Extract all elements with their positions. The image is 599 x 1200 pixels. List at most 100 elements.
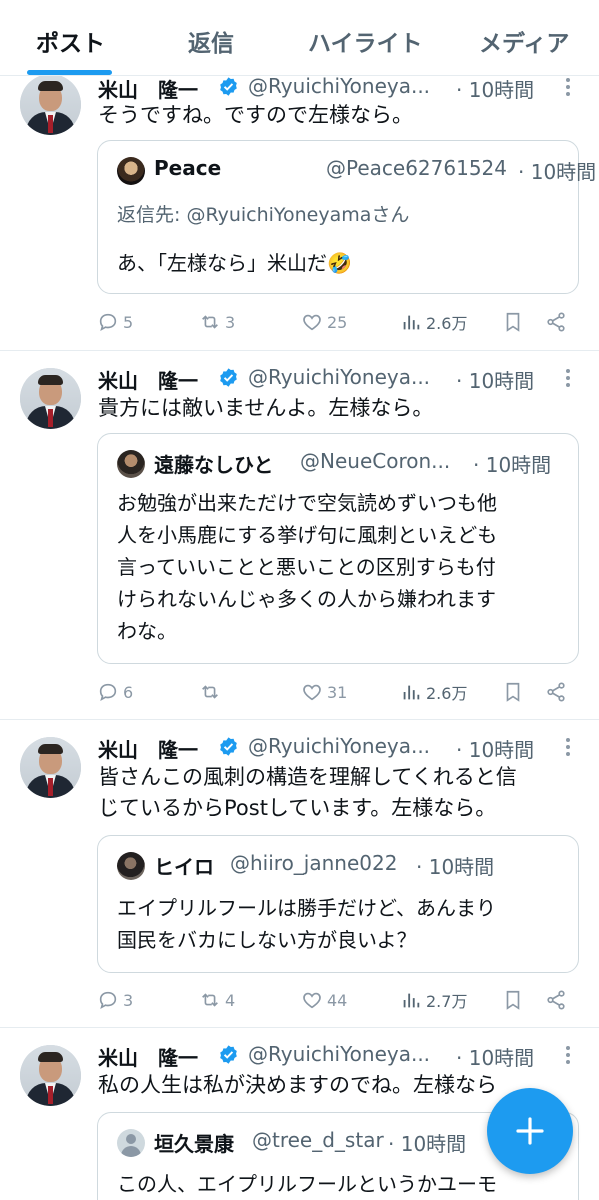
author-handle[interactable]: @RyuichiYoneya... [248, 734, 430, 758]
quote-reply-to: 返信先: @RyuichiYoneyamaさん [117, 204, 410, 226]
quote-author-handle: @tree_d_star [252, 1128, 384, 1152]
author-name[interactable]: 米山 隆一 [98, 734, 198, 763]
more-icon[interactable] [558, 1044, 578, 1066]
more-icon[interactable] [558, 76, 578, 98]
bookmark-button[interactable] [502, 307, 524, 337]
author-name[interactable]: 米山 隆一 [98, 1042, 198, 1071]
quoted-post[interactable]: ヒイロ @hiiro_janne022 · 10時間 エイプリルフールは勝手だけ… [97, 835, 579, 973]
quote-text-line: 言っていいことと悪いことの区別すらも付 [117, 555, 496, 579]
like-button[interactable]: 31 [301, 677, 347, 707]
profile-tabs: ポスト 返信 ハイライト メディア [0, 0, 599, 76]
reply-button[interactable]: 6 [97, 677, 133, 707]
views-button[interactable]: 2.7万 [400, 985, 467, 1015]
repost-count: 4 [225, 990, 236, 1010]
quote-avatar [117, 157, 145, 185]
quoted-post[interactable]: Peace @Peace62761524 · 10時間 返信先: @Ryuich… [97, 140, 596, 294]
tab-media[interactable]: メディア [479, 24, 569, 58]
quote-avatar [117, 450, 145, 478]
more-icon[interactable] [558, 736, 578, 758]
post-time[interactable]: · 10時間 [456, 1042, 534, 1071]
post-actions: 3 4 44 2.7万 [97, 985, 579, 1015]
post-text-line: 皆さんこの風刺の構造を理解してくれると信 [98, 765, 517, 789]
quote-text: あ、「左様なら」米山だ🤣 [117, 251, 352, 275]
views-count: 2.6万 [426, 684, 468, 703]
like-button[interactable]: 25 [301, 307, 347, 337]
tweet-2[interactable]: 米山 隆一 @RyuichiYoneya... · 10時間 貴方には敵いません… [0, 351, 599, 719]
like-count: 25 [327, 312, 348, 332]
author-name[interactable]: 米山 隆一 [98, 74, 198, 103]
repost-icon [202, 993, 218, 1007]
share-button[interactable] [545, 307, 567, 337]
author-avatar[interactable] [20, 1045, 81, 1106]
quote-author-handle: @Peace62761524 [326, 156, 508, 180]
quote-text-line: この人、エイプリルフールというかユーモ [117, 1172, 497, 1196]
views-icon [403, 993, 420, 1008]
reply-button[interactable]: 3 [97, 985, 133, 1015]
more-icon[interactable] [558, 367, 578, 389]
repost-icon [202, 315, 218, 329]
reply-icon [99, 991, 117, 1010]
quote-avatar [117, 852, 145, 880]
author-avatar[interactable] [20, 737, 81, 798]
bookmark-icon [506, 682, 520, 702]
post-text: 貴方には敵いませんよ。左様なら。 [98, 396, 434, 420]
quoted-post[interactable]: 遠藤なしひと @NeueCoron... · 10時間 お勉強が出来ただけで空気… [97, 433, 579, 664]
author-handle[interactable]: @RyuichiYoneya... [248, 74, 430, 98]
bookmark-button[interactable] [502, 985, 524, 1015]
author-handle[interactable]: @RyuichiYoneya... [248, 365, 430, 389]
repost-count: 3 [225, 312, 236, 332]
quote-time: · 10時間 [416, 855, 495, 879]
reply-icon [99, 683, 117, 702]
post-actions: 6 31 2.6万 [97, 677, 579, 707]
repost-button[interactable]: 3 [199, 307, 235, 337]
post-time[interactable]: · 10時間 [456, 365, 534, 394]
views-count: 2.6万 [426, 314, 468, 333]
tab-replies[interactable]: 返信 [188, 24, 234, 58]
author-avatar[interactable] [20, 368, 81, 429]
like-button[interactable]: 44 [301, 985, 347, 1015]
share-button[interactable] [545, 985, 567, 1015]
quote-text-line: お勉強が出来ただけで空気読めずいつも他 [117, 491, 497, 515]
share-icon [547, 682, 565, 702]
bookmark-icon [506, 990, 520, 1010]
post-actions: 5 3 25 2.6万 [97, 307, 579, 337]
author-handle[interactable]: @RyuichiYoneya... [248, 1042, 430, 1066]
tab-highlights[interactable]: ハイライト [308, 24, 423, 58]
quote-author-name: Peace [154, 156, 222, 180]
share-button[interactable] [545, 677, 567, 707]
active-tab-indicator [27, 70, 112, 75]
repost-button[interactable] [199, 677, 225, 707]
reply-count: 3 [123, 990, 134, 1010]
repost-button[interactable]: 4 [199, 985, 235, 1015]
share-icon [547, 990, 565, 1010]
views-button[interactable]: 2.6万 [400, 307, 467, 337]
verified-badge-icon [220, 77, 237, 96]
tweet-3[interactable]: 米山 隆一 @RyuichiYoneya... · 10時間 皆さんこの風刺の構… [0, 720, 599, 1027]
views-count: 2.7万 [426, 992, 468, 1011]
reply-count: 5 [123, 312, 134, 332]
bookmark-button[interactable] [502, 677, 524, 707]
like-icon [303, 314, 321, 331]
reply-icon [99, 313, 117, 332]
quote-time: · 10時間 [388, 1132, 467, 1156]
like-count: 44 [327, 990, 348, 1010]
compose-button[interactable] [487, 1088, 573, 1174]
author-avatar[interactable] [20, 74, 81, 135]
share-icon [547, 312, 565, 332]
like-icon [303, 992, 321, 1009]
post-time[interactable]: · 10時間 [456, 734, 534, 763]
repost-icon [202, 685, 218, 699]
verified-badge-icon [220, 1045, 237, 1064]
quote-text-line: 国民をバカにしない方が良いよ？ [117, 928, 417, 952]
views-icon [403, 685, 420, 700]
post-time[interactable]: · 10時間 [456, 74, 534, 103]
quote-author-name: ヒイロ [154, 855, 214, 879]
views-button[interactable]: 2.6万 [400, 677, 467, 707]
reply-button[interactable]: 5 [97, 307, 133, 337]
views-icon [403, 315, 420, 330]
verified-badge-icon [220, 368, 237, 387]
author-name[interactable]: 米山 隆一 [98, 365, 198, 394]
post-text-line: じているからPostしています。左様なら。 [98, 796, 497, 820]
tab-posts[interactable]: ポスト [36, 24, 105, 58]
post-text: 私の人生は私が決めますのでね。左様なら [98, 1073, 497, 1097]
